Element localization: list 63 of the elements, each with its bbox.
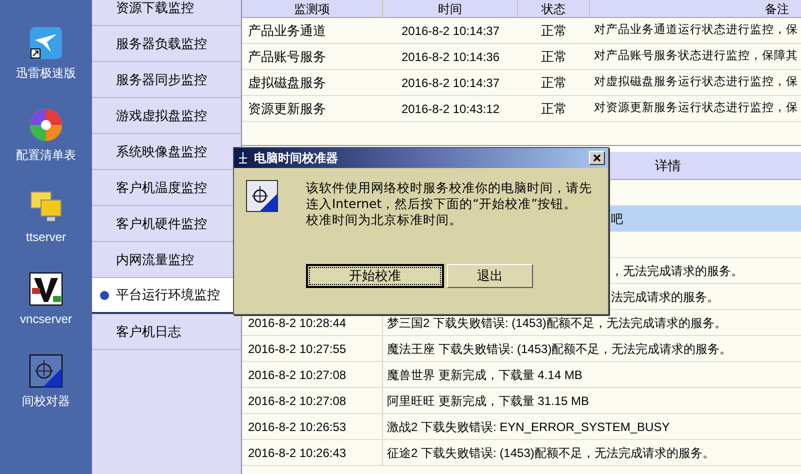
calibrator-icon	[246, 180, 278, 212]
table-cell-text: 征途2 下载失败错误: (1453)配额不足，无法完成请求的服务。	[387, 444, 714, 462]
sidebar-item[interactable]: 游戏虚拟盘监控	[92, 98, 241, 134]
table-cell-text: 魔兽世界 更新完成，下载量 4.14 MB	[387, 366, 582, 384]
table-cell-text: 产品账号服务	[247, 48, 327, 66]
desktop-icon-label[interactable]: 配置清单表	[16, 146, 76, 164]
desktop-icon-label[interactable]: 迅雷极速版	[16, 64, 76, 82]
table-cell-text: ，无法完成请求的服务。	[611, 262, 743, 280]
table-cell-text: 梦三国2 下载失败错误: (1453)配额不足，无法完成请求的服务。	[387, 314, 726, 332]
table-cell-text: 2016-8-2 10:27:08	[248, 366, 346, 384]
table-cell-text: 2016-8-2 10:27:55	[248, 340, 346, 358]
color-wheel-icon	[29, 108, 63, 142]
table-cell-text: 2016-8-2 10:26:43	[248, 444, 346, 462]
dialog-button[interactable]: 开始校准	[306, 264, 444, 288]
sidebar-item[interactable]: 资源下载监控	[92, 0, 241, 26]
table-cell-text: 对虚拟磁盘服务运行状态进行监控，保	[593, 74, 799, 90]
log-row[interactable]: 2016-8-2 10:27:08 魔兽世界 更新完成，下载量 4.14 MB	[242, 362, 801, 388]
dialog-button[interactable]: 退出	[447, 264, 533, 288]
table-cell-text: 魔法王座 下载失败错误: (1453)配额不足，无法完成请求的服务。	[387, 340, 732, 358]
table-cell-text: 阿里旺旺 更新完成，下载量 31.15 MB	[387, 392, 590, 410]
monitors-icon	[29, 190, 63, 224]
dialog-title: 电脑时间校准器	[254, 150, 339, 167]
table-cell-text: 正常	[540, 74, 568, 92]
table-cell-text: 正常	[540, 48, 568, 66]
sidebar-item[interactable]: 服务器负载监控	[92, 26, 241, 62]
desktop-icon-label[interactable]: vncserver	[20, 310, 72, 328]
close-button[interactable]	[589, 151, 605, 165]
desktop-icon-label[interactable]: ttserver	[26, 228, 66, 246]
table-cell-text: 虚拟磁盘服务	[247, 74, 327, 92]
table-cell-text: 2016-8-2 10:14:37	[400, 74, 501, 92]
table-cell-text: 吧	[611, 210, 623, 228]
desktop-icon-label[interactable]: 间校对器	[22, 392, 70, 410]
table-cell-text: 资源更新服务	[247, 100, 327, 118]
table-cell-text: 产品业务通道	[247, 22, 327, 40]
calibrator-icon	[29, 354, 63, 388]
table-cell-text: 正常	[540, 22, 568, 40]
column-header[interactable]: 监测项	[242, 0, 383, 17]
table-cell-text: 2016-8-2 10:14:36	[400, 48, 501, 66]
column-header[interactable]: 状态	[518, 0, 590, 17]
app-icon	[237, 151, 249, 165]
table-cell-text: 法完成请求的服务。	[611, 288, 719, 306]
table-cell-text: 2016-8-2 10:27:08	[248, 392, 346, 410]
table-cell-text: 对产品业务通道运行状态进行监控，保	[593, 22, 799, 38]
table-cell-text: 2016-8-2 10:43:12	[400, 100, 501, 118]
column-header[interactable]: 时间	[383, 0, 518, 17]
log-row[interactable]: 2016-8-2 10:26:53 激战2 下载失败错误: EYN_ERROR_SYSTEM_BUSY	[242, 414, 801, 440]
log-row[interactable]: 2016-8-2 10:26:43 征途2 下载失败错误: (1453)配额不足，无法完成请求的服务。	[242, 440, 801, 466]
table-cell-text: 2016-8-2 10:14:37	[400, 22, 501, 40]
sidebar-item[interactable]: 服务器同步监控	[92, 62, 241, 98]
column-header[interactable]: 备注	[590, 0, 801, 17]
log-row[interactable]: 2016-8-2 10:27:08 阿里旺旺 更新完成，下载量 31.15 MB	[242, 388, 801, 414]
table-cell-text: 激战2 下载失败错误: EYN_ERROR_SYSTEM_BUSY	[387, 418, 670, 436]
vnc-logo-icon	[29, 272, 63, 306]
table-cell-text: 对产品账号服务状态进行监控，保障其	[593, 48, 799, 64]
column-header[interactable]: 详情	[655, 152, 681, 179]
table-cell-text: 对资源更新服务运行状态进行监控，保	[593, 100, 799, 116]
close-icon	[593, 154, 601, 162]
bird-icon	[29, 26, 63, 60]
table-cell-text: 2016-8-2 10:26:53	[248, 418, 346, 436]
dialog-message: 该软件使用网络校时服务校准你的电脑时间，请先 连入Internet，然后按下面的“开始校准”按钮。 校准时间为北京标准时间。	[306, 180, 592, 228]
table-cell-text: 正常	[540, 100, 568, 118]
log-row[interactable]: 2016-8-2 10:27:55 魔法王座 下载失败错误: (1453)配额不足，无法完成请求的服务。	[242, 336, 801, 362]
table-cell-text: 2016-8-2 10:28:44	[248, 314, 346, 332]
